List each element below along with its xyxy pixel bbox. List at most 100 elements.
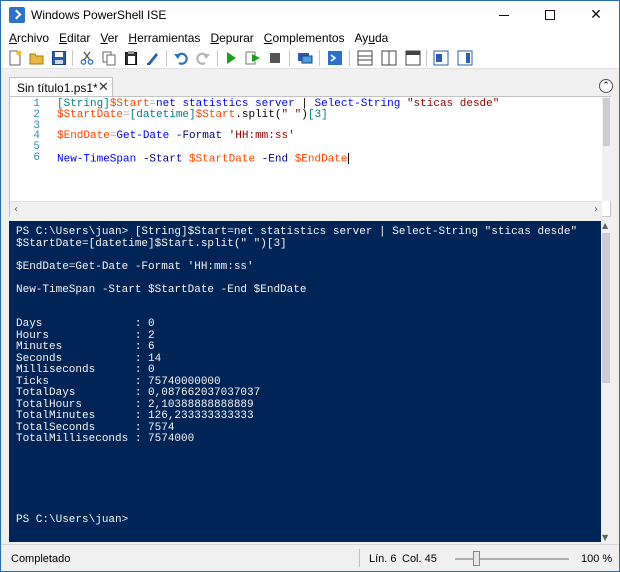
code-text: $StartDate=[datetime]$Start.split(" ")[3… xyxy=(57,108,328,121)
maximize-icon xyxy=(545,10,555,20)
powershell-console-icon[interactable] xyxy=(327,50,343,66)
menu-item-ayuda[interactable]: Ayuda xyxy=(351,31,395,45)
zoom-slider-thumb[interactable] xyxy=(472,551,480,566)
menu-item-archivo[interactable]: Archivo xyxy=(5,31,55,45)
toolbar-separator xyxy=(166,50,167,66)
editor-vertical-scrollbar[interactable] xyxy=(602,97,611,201)
code-line: 4 $EndDate=Get-Date -Format 'HH:mm:ss' xyxy=(10,131,600,142)
close-button[interactable]: ✕ xyxy=(573,1,619,29)
title-bar: Windows PowerShell ISE ✕ xyxy=(1,1,619,29)
collapse-script-pane-icon[interactable]: ⌃ xyxy=(599,79,613,93)
toolbar-separator xyxy=(426,50,427,66)
paste-icon[interactable] xyxy=(123,50,139,66)
editor-scroll-thumb[interactable] xyxy=(603,98,610,146)
status-separator xyxy=(359,549,360,567)
console-line: Days : 0 xyxy=(16,318,155,330)
copy-icon[interactable] xyxy=(101,50,117,66)
console-pane: PS C:\Users\juan> [String]$Start=net sta… xyxy=(1,219,619,544)
tab-label: Sin título1.ps1* xyxy=(17,81,98,95)
status-text: Completado xyxy=(11,553,71,565)
console-line: $EndDate=Get-Date -Format 'HH:mm:ss' xyxy=(16,260,254,273)
undo-icon[interactable] xyxy=(173,50,189,66)
maximize-button[interactable] xyxy=(527,1,573,29)
console-line: TotalDays : 0,087662037037037 xyxy=(16,387,261,399)
run-selection-icon[interactable] xyxy=(245,50,261,66)
menu-item-editar[interactable]: Editar xyxy=(55,31,96,45)
tab-sin-titulo1[interactable]: Sin título1.ps1* ✕ xyxy=(9,77,113,97)
toolbar-separator xyxy=(349,50,350,66)
scroll-down-icon[interactable]: ▼ xyxy=(602,533,608,542)
editor-horizontal-scrollbar[interactable]: ‹ › xyxy=(10,201,602,217)
line-indicator: Lín. 6 xyxy=(369,553,397,565)
zoom-level: 100 % xyxy=(581,553,613,565)
clear-console-icon[interactable] xyxy=(145,50,161,66)
console-line: TotalMilliseconds : 7574000 xyxy=(16,433,195,445)
line-number: 6 xyxy=(33,151,40,164)
minimize-button[interactable] xyxy=(481,1,527,29)
code-line: 6 New-TimeSpan -Start $StartDate -End $En… xyxy=(10,151,600,166)
toolbar-separator xyxy=(289,50,290,66)
console-line: Minutes : 6 xyxy=(16,341,155,353)
run-script-icon[interactable] xyxy=(223,50,239,66)
remote-powershell-icon[interactable] xyxy=(297,50,313,66)
console-output[interactable]: PS C:\Users\juan> [String]$Start=net sta… xyxy=(9,221,611,542)
save-icon[interactable] xyxy=(51,50,67,66)
script-pane-right-icon[interactable] xyxy=(381,50,397,66)
console-scroll-thumb[interactable] xyxy=(602,233,610,383)
console-line: PS C:\Users\juan> xyxy=(16,513,129,526)
toolbar-separator xyxy=(217,50,218,66)
menu-item-complementos[interactable]: Complementos xyxy=(260,31,351,45)
show-command-icon[interactable] xyxy=(433,50,449,66)
toolbar xyxy=(1,47,619,69)
console-line: PS C:\Users\juan> [String]$Start=net sta… xyxy=(16,226,578,238)
text-cursor xyxy=(347,152,349,164)
column-indicator: Col. 45 xyxy=(402,553,437,565)
powershell-app-icon xyxy=(9,7,25,23)
toolbar-separator xyxy=(72,50,73,66)
console-line: Milliseconds : 0 xyxy=(16,364,155,376)
scroll-left-icon[interactable]: ‹ xyxy=(14,204,18,215)
console-vertical-scrollbar[interactable]: ▲ ▼ xyxy=(601,221,611,542)
code-text: New-TimeSpan -Start $StartDate -End $End… xyxy=(57,152,349,166)
powershell-ise-window: Windows PowerShell ISE ✕ Archivo Editar Ve… xyxy=(0,0,620,572)
menu-item-depurar[interactable]: Depurar xyxy=(206,31,259,45)
toolbar-separator xyxy=(319,50,320,66)
cut-icon[interactable] xyxy=(79,50,95,66)
stop-icon[interactable] xyxy=(267,50,283,66)
redo-icon[interactable] xyxy=(195,50,211,66)
code-line: 5 xyxy=(10,142,600,153)
script-pane-top-icon[interactable] xyxy=(357,50,373,66)
minimize-icon xyxy=(499,14,509,16)
tab-close-icon[interactable]: ✕ xyxy=(98,80,109,95)
command-addon-icon[interactable] xyxy=(457,50,473,66)
close-icon: ✕ xyxy=(590,7,602,23)
code-text: $EndDate=Get-Date -Format 'HH:mm:ss' xyxy=(57,130,295,143)
status-bar: Completado Lín. 6 Col. 45 100 % xyxy=(1,544,619,571)
new-script-icon[interactable] xyxy=(7,50,23,66)
console-lines: PS C:\Users\juan> [String]$Start=net sta… xyxy=(16,226,578,526)
code-lines: 1 [String]$Start=net statistics server | … xyxy=(10,99,600,166)
menu-item-herramientas[interactable]: Herramientas xyxy=(124,31,206,45)
line-number: 2 xyxy=(33,108,40,121)
menu-item-ver[interactable]: Ver xyxy=(96,31,124,45)
code-line: 2 $StartDate=[datetime]$Start.split(" ")[… xyxy=(10,108,600,121)
console-line: TotalMinutes : 126,233333333333 xyxy=(16,410,254,422)
scroll-up-icon[interactable]: ▲ xyxy=(602,221,608,230)
script-pane-maximized-icon[interactable] xyxy=(405,50,421,66)
window-title: Windows PowerShell ISE xyxy=(31,8,167,22)
script-pane: Sin título1.ps1* ✕ ⌃ 1 [String]$Start=net… xyxy=(1,69,619,219)
code-editor[interactable]: 1 [String]$Start=net statistics server | … xyxy=(9,96,611,217)
console-line: New-TimeSpan -Start $StartDate -End $End… xyxy=(16,283,307,296)
menu-bar: Archivo Editar Ver Herramientas Depurar Compl… xyxy=(1,29,619,47)
open-icon[interactable] xyxy=(29,50,45,66)
scroll-right-icon[interactable]: › xyxy=(594,204,598,215)
